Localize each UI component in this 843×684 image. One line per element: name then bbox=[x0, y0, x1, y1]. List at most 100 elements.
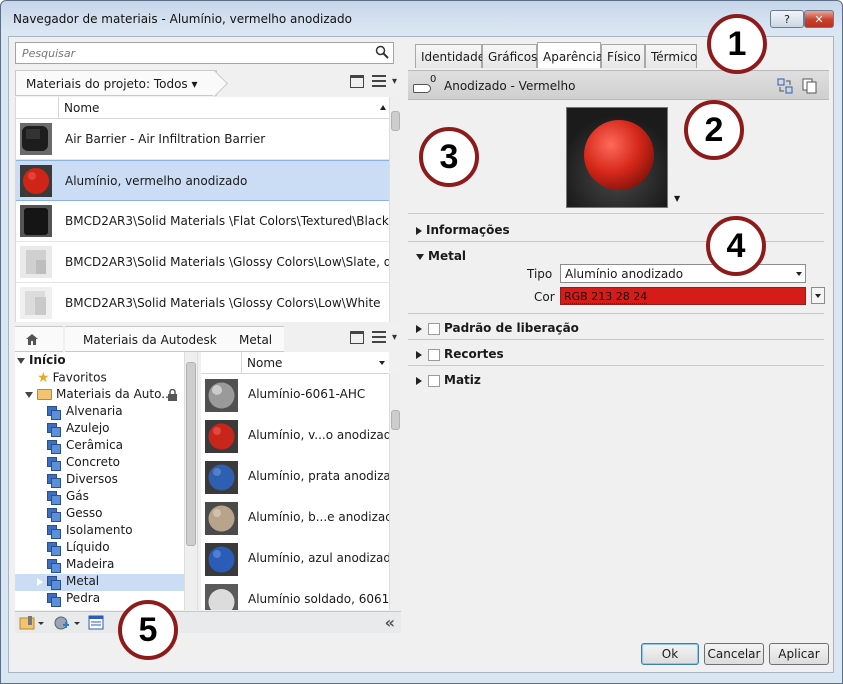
expand-arrow-icon[interactable] bbox=[416, 376, 422, 385]
name-column-header[interactable]: Nome bbox=[58, 97, 389, 119]
callout-5: 5 bbox=[118, 600, 178, 660]
duplicate-asset-icon[interactable] bbox=[802, 78, 818, 94]
expand-arrow-icon[interactable] bbox=[25, 391, 33, 398]
create-material-icon[interactable] bbox=[53, 615, 81, 631]
search-input[interactable]: Pesquisar bbox=[15, 42, 394, 64]
library-list-scrollbar[interactable] bbox=[389, 374, 401, 610]
cutouts-checkbox[interactable] bbox=[428, 348, 440, 361]
tab-identity[interactable]: Identidade bbox=[415, 44, 485, 68]
tree-item-ceramic[interactable]: Cerâmica bbox=[47, 438, 123, 455]
ok-button[interactable]: Ok bbox=[641, 643, 699, 665]
collapse-double-chevron-icon[interactable]: « bbox=[385, 613, 395, 632]
color-value: RGB 213 28 24 bbox=[564, 290, 648, 304]
preview-options-arrow-icon[interactable]: ▼ bbox=[674, 194, 680, 203]
tree-item-autodesk-materials[interactable]: Materiais da Auto... bbox=[25, 387, 190, 404]
type-label: Tipo bbox=[527, 267, 553, 281]
section-tint[interactable]: Matiz bbox=[408, 367, 829, 391]
tree-item-tile[interactable]: Azulejo bbox=[47, 421, 110, 438]
pattern-checkbox[interactable] bbox=[428, 322, 440, 335]
home-button[interactable] bbox=[15, 326, 63, 352]
asset-usage-count: 0 bbox=[430, 74, 437, 85]
list-item[interactable]: BMCD2AR3\Solid Materials \Glossy Colors\… bbox=[16, 283, 389, 322]
tab-physical[interactable]: Físico bbox=[601, 44, 645, 68]
expand-arrow-icon[interactable] bbox=[416, 350, 422, 359]
section-info[interactable]: Informações bbox=[408, 217, 829, 241]
section-tint-label: Matiz bbox=[444, 373, 481, 387]
tab-thermal[interactable]: Térmico bbox=[645, 44, 697, 68]
column-dropdown-icon[interactable] bbox=[379, 361, 385, 365]
material-name: BMCD2AR3\Solid Materials \Flat Colors\Te… bbox=[65, 214, 389, 228]
list-item[interactable]: Alumínio, azul anodizado bbox=[201, 538, 389, 579]
list-item[interactable]: Alumínio, prata anodizada bbox=[201, 456, 389, 497]
list-item[interactable]: BMCD2AR3\Solid Materials \Flat Colors\Te… bbox=[16, 201, 389, 242]
material-editor-icon[interactable] bbox=[88, 615, 104, 630]
apply-button[interactable]: Aplicar bbox=[769, 643, 829, 665]
close-button[interactable]: ✕ bbox=[804, 10, 834, 28]
tree-item-concrete[interactable]: Concreto bbox=[47, 455, 120, 472]
tree-item-masonry[interactable]: Alvenaria bbox=[47, 404, 123, 421]
material-name: Alumínio-6061-AHC bbox=[248, 387, 366, 401]
project-list-scrollbar[interactable] bbox=[389, 97, 401, 322]
material-thumbnail bbox=[205, 502, 238, 535]
type-dropdown[interactable]: Alumínio anodizado bbox=[560, 264, 806, 283]
section-info-label: Informações bbox=[426, 223, 510, 237]
breadcrumb-metal[interactable]: Metal bbox=[221, 326, 285, 352]
expand-arrow-icon[interactable] bbox=[416, 226, 422, 235]
callout-4: 4 bbox=[706, 216, 766, 276]
color-swatch-field[interactable]: RGB 213 28 24 bbox=[560, 287, 806, 305]
tint-checkbox[interactable] bbox=[428, 374, 440, 387]
list-item[interactable]: Air Barrier - Air Infiltration Barrier bbox=[16, 119, 389, 160]
tab-graphics[interactable]: Gráficos bbox=[482, 44, 537, 68]
tree-item-favorites[interactable]: ★ Favoritos bbox=[37, 370, 107, 387]
project-filter-dropdown[interactable]: Materiais do projeto: Todos ▾ bbox=[15, 70, 217, 96]
tree-item-liquid[interactable]: Líquido bbox=[47, 540, 110, 557]
panel-toggle-icon[interactable] bbox=[349, 331, 364, 344]
callout-3: 3 bbox=[419, 127, 479, 187]
tree-item-metal[interactable]: Metal bbox=[15, 574, 185, 591]
lock-icon bbox=[168, 389, 177, 401]
type-value: Alumínio anodizado bbox=[565, 267, 684, 281]
list-item[interactable]: Alumínio, v...o anodizado bbox=[201, 415, 389, 456]
list-item[interactable]: Alumínio, b...e anodizado bbox=[201, 497, 389, 538]
tree-item-wood[interactable]: Madeira bbox=[47, 557, 114, 574]
list-view-icon[interactable] bbox=[371, 331, 386, 344]
expand-arrow-icon[interactable] bbox=[416, 324, 422, 333]
tree-scroll-thumb[interactable] bbox=[186, 362, 196, 546]
tab-appearance[interactable]: Aparência bbox=[537, 42, 603, 68]
tree-item-home[interactable]: Início bbox=[17, 353, 66, 370]
color-options-button[interactable] bbox=[811, 287, 825, 304]
tree-item-stone[interactable]: Pedra bbox=[47, 591, 100, 608]
list-item[interactable]: Alumínio-6061-AHC bbox=[201, 374, 389, 415]
open-library-icon[interactable] bbox=[19, 616, 45, 630]
breadcrumb-autodesk-materials[interactable]: Materiais da Autodesk bbox=[65, 326, 229, 352]
library-scroll-thumb[interactable] bbox=[391, 410, 400, 430]
project-scroll-thumb[interactable] bbox=[391, 111, 400, 131]
replace-asset-icon[interactable] bbox=[777, 78, 793, 94]
list-item[interactable]: Alumínio, vermelho anodizado bbox=[16, 160, 389, 201]
list-item[interactable]: BMCD2AR3\Solid Materials \Glossy Colors\… bbox=[16, 242, 389, 283]
section-cutouts[interactable]: Recortes bbox=[408, 341, 829, 365]
tree-item-insulation[interactable]: Isolamento bbox=[47, 523, 133, 540]
library-icon bbox=[47, 541, 61, 556]
help-button[interactable]: ? bbox=[770, 10, 804, 28]
list-view-icon[interactable] bbox=[371, 75, 386, 88]
callout-2: 2 bbox=[684, 100, 744, 160]
project-filter-bar: Materiais do projeto: Todos ▾ ▾ bbox=[15, 70, 401, 96]
material-preview[interactable] bbox=[566, 107, 668, 208]
search-icon[interactable] bbox=[375, 45, 389, 59]
material-thumbnail bbox=[205, 584, 238, 610]
view-dropdown-arrow-icon[interactable]: ▾ bbox=[392, 76, 397, 87]
view-dropdown-arrow-icon[interactable]: ▾ bbox=[392, 332, 397, 343]
expand-arrow-icon[interactable] bbox=[37, 577, 43, 586]
cancel-button[interactable]: Cancelar bbox=[704, 643, 764, 665]
list-item[interactable]: Alumínio soldado, 6061 bbox=[201, 579, 389, 610]
tree-item-plaster[interactable]: Gesso bbox=[47, 506, 103, 523]
name-column-header[interactable]: Nome bbox=[241, 352, 389, 374]
tree-item-misc[interactable]: Diversos bbox=[47, 472, 118, 489]
tree-item-gas[interactable]: Gás bbox=[47, 489, 89, 506]
expand-arrow-icon[interactable] bbox=[17, 357, 25, 364]
section-cutout-pattern[interactable]: Padrão de liberação bbox=[408, 315, 829, 339]
collapse-arrow-icon[interactable] bbox=[416, 253, 424, 260]
tree-scrollbar[interactable] bbox=[184, 352, 197, 610]
panel-toggle-icon[interactable] bbox=[349, 75, 364, 88]
